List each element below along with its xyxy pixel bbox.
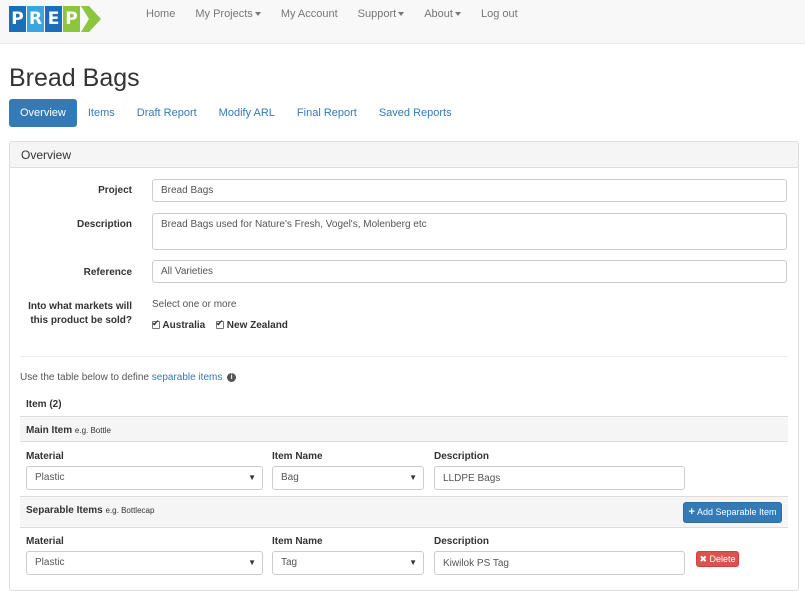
- sep-item-name-select[interactable]: Tag ▼: [272, 551, 424, 575]
- sep-material-value: Plastic: [35, 557, 65, 568]
- nav-log-out-label: Log out: [480, 8, 518, 20]
- market-australia-label: Australia: [162, 320, 206, 331]
- sep-item-name-value: Tag: [281, 557, 298, 568]
- nav-support-label: Support: [357, 8, 397, 20]
- add-separable-item-label: Add Separable Item: [696, 507, 777, 517]
- main-material-value: Plastic: [35, 472, 65, 483]
- project-label: Project: [98, 185, 132, 196]
- market-new-zealand-label: New Zealand: [226, 320, 288, 331]
- tab-draft-report[interactable]: Draft Report: [126, 99, 208, 127]
- description-label: Description: [76, 219, 132, 230]
- logo-letter: P: [9, 6, 26, 32]
- tab-modify-arl[interactable]: Modify ARL: [208, 99, 286, 127]
- logo-letter: P: [63, 6, 80, 32]
- tab-items[interactable]: Items: [77, 99, 126, 127]
- page-title: Bread Bags: [9, 64, 140, 92]
- caret-down-icon: [398, 12, 405, 17]
- plus-icon: +: [688, 506, 695, 518]
- nav-my-account-label: My Account: [280, 8, 338, 20]
- main-item-hint: e.g. Bottle: [74, 426, 111, 435]
- separable-items-link[interactable]: separable items: [152, 372, 223, 383]
- select-arrow-icon: ▼: [409, 473, 417, 482]
- tab-final-report[interactable]: Final Report: [286, 99, 368, 127]
- main-item-label: Main Item: [26, 425, 73, 436]
- caret-down-icon: [254, 12, 261, 17]
- item-count-label: Item (2): [26, 399, 62, 410]
- panel-heading: Overview: [10, 142, 798, 168]
- nav-home[interactable]: Home: [136, 8, 185, 20]
- sep-col-material-label: Material: [26, 536, 64, 547]
- logo-letter: R: [27, 6, 44, 32]
- nav-log-out[interactable]: Log out: [471, 8, 528, 20]
- separable-items-label: Separable Items: [26, 505, 103, 516]
- select-arrow-icon: ▼: [409, 558, 417, 567]
- delete-button[interactable]: ✖ Delete: [696, 551, 739, 567]
- overview-panel: Overview Project Description Bread Bags …: [9, 141, 799, 591]
- reference-input[interactable]: [152, 260, 787, 283]
- markets-label-line1: Into what markets will: [28, 301, 132, 312]
- delete-label: Delete: [709, 554, 736, 564]
- nav-my-account[interactable]: My Account: [271, 8, 348, 20]
- sep-material-select[interactable]: Plastic ▼: [26, 551, 263, 575]
- checkbox-new-zealand[interactable]: [216, 318, 224, 330]
- markets-checkboxes: Australia New Zealand: [152, 318, 288, 331]
- main-item-name-value: Bag: [281, 472, 299, 483]
- nav-my-projects-label: My Projects: [195, 8, 253, 20]
- divider: [20, 356, 788, 357]
- separable-items-header: Separable Items e.g. Bottlecap + Add Sep…: [20, 496, 788, 528]
- caret-down-icon: [454, 12, 461, 17]
- separable-items-title: Separable Items e.g. Bottlecap: [26, 505, 154, 516]
- close-icon: ✖: [699, 554, 707, 564]
- separable-items-hint: e.g. Bottlecap: [105, 506, 155, 515]
- markets-hint: Select one or more: [152, 299, 237, 310]
- markets-label: Into what markets will this product be s…: [10, 300, 132, 328]
- sep-col-item-name-label: Item Name: [272, 536, 323, 547]
- markets-label-line2: this product be sold?: [30, 315, 132, 326]
- select-arrow-icon: ▼: [248, 558, 256, 567]
- logo-letter: E: [45, 6, 62, 32]
- main-item-title: Main Item e.g. Bottle: [26, 425, 111, 436]
- main-item-name-select[interactable]: Bag ▼: [272, 466, 424, 490]
- nav-home-label: Home: [146, 8, 176, 20]
- reference-label: Reference: [83, 267, 132, 278]
- project-tabs: Overview Items Draft Report Modify ARL F…: [9, 99, 463, 127]
- nav-my-projects[interactable]: My Projects: [185, 8, 270, 20]
- tab-saved-reports[interactable]: Saved Reports: [368, 99, 463, 127]
- recycle-arrow-icon: [81, 6, 101, 32]
- items-intro: Use the table below to define separable …: [20, 372, 237, 383]
- main-description-input[interactable]: [434, 466, 685, 490]
- nav-support[interactable]: Support: [348, 8, 415, 20]
- main-item-header: Main Item e.g. Bottle: [20, 416, 788, 442]
- sep-description-input[interactable]: [434, 551, 685, 575]
- market-australia[interactable]: Australia: [152, 318, 206, 331]
- nav-links: Home My Projects My Account Support Abou…: [136, 0, 528, 28]
- description-textarea[interactable]: Bread Bags used for Nature's Fresh, Voge…: [152, 213, 787, 250]
- sep-col-description-label: Description: [434, 536, 490, 547]
- checkbox-australia[interactable]: [152, 318, 160, 330]
- add-separable-item-button[interactable]: + Add Separable Item: [683, 502, 782, 523]
- navbar: P R E P Home My Projects My Account Supp…: [0, 0, 805, 44]
- select-arrow-icon: ▼: [248, 473, 256, 482]
- col-item-name-label: Item Name: [272, 451, 323, 462]
- nav-about[interactable]: About: [414, 8, 471, 20]
- project-input[interactable]: [152, 179, 787, 202]
- nav-about-label: About: [424, 8, 453, 20]
- tab-overview[interactable]: Overview: [9, 99, 77, 127]
- items-intro-text: Use the table below to define: [20, 372, 149, 383]
- prep-logo[interactable]: P R E P: [9, 6, 101, 32]
- col-material-label: Material: [26, 451, 64, 462]
- market-new-zealand[interactable]: New Zealand: [216, 318, 288, 331]
- col-description-label: Description: [434, 451, 490, 462]
- info-icon[interactable]: i: [227, 372, 237, 382]
- main-material-select[interactable]: Plastic ▼: [26, 466, 263, 490]
